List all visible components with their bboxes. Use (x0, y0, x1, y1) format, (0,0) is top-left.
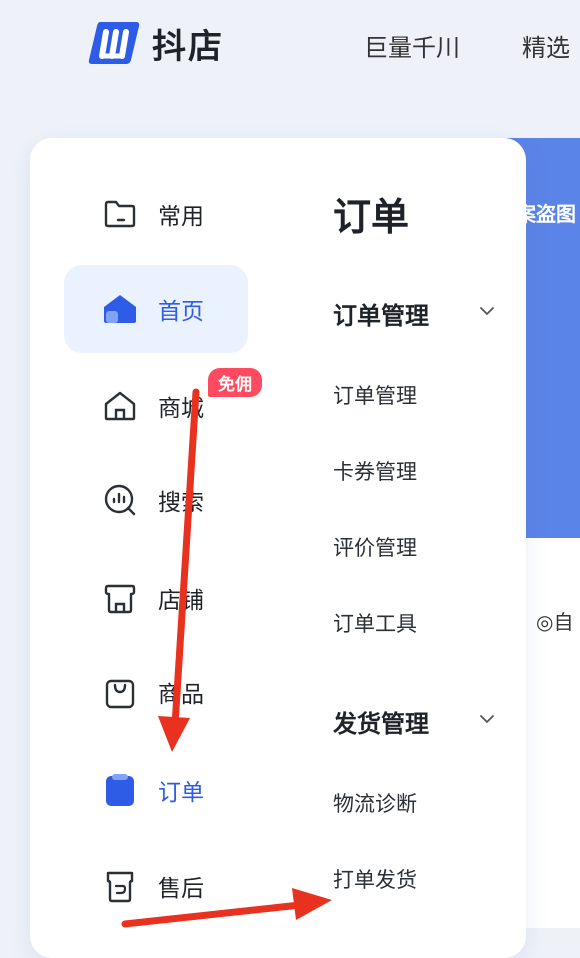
sidebar-item-label: 常用 (158, 204, 204, 230)
menu-title: 订单 (333, 195, 410, 239)
brand-name: 抖店 (152, 26, 224, 67)
chevron-down-icon[interactable] (478, 302, 496, 320)
sidebar-item-label: 搜索 (158, 490, 204, 516)
menu-item-review-management[interactable]: 评价管理 (333, 532, 417, 562)
sidebar-item-label: 售后 (158, 876, 204, 902)
menu-group-order-management[interactable]: 订单管理 (333, 296, 429, 331)
chevron-down-icon[interactable] (478, 710, 496, 728)
menu-item-order-management[interactable]: 订单管理 (333, 380, 417, 410)
bag-icon (102, 674, 138, 710)
sidebar-item-store[interactable]: 店铺 (64, 554, 248, 642)
order-icon (102, 772, 138, 808)
brand-logo[interactable]: 抖店 (86, 18, 224, 68)
sidebar-item-home[interactable]: 首页 (64, 265, 248, 353)
sidebar-item-search[interactable]: 搜索 (64, 456, 248, 544)
sidebar-item-label: 商品 (158, 682, 204, 708)
search-icon (102, 482, 138, 518)
aftersale-icon (102, 868, 138, 904)
sidebar-item-label: 店铺 (158, 588, 204, 614)
sidebar-item-aftersale[interactable]: 售后 (64, 842, 248, 930)
menu-item-order-tools[interactable]: 订单工具 (333, 608, 417, 638)
topnav-item-qianchuan[interactable]: 巨量千川 (364, 28, 460, 63)
commission-free-badge: 免佣 (206, 366, 264, 399)
mall-icon (102, 388, 138, 424)
sidebar-item-product[interactable]: 商品 (64, 648, 248, 736)
home-icon (102, 291, 138, 327)
sidebar-item-order[interactable]: 订单 (64, 746, 248, 834)
topnav-item-jingxuan[interactable]: 精选 (522, 28, 570, 63)
menu-group-shipping-management[interactable]: 发货管理 (333, 704, 429, 739)
content-fragment: ◎自 (536, 610, 574, 634)
sidebar-item-label: 商城 (158, 396, 204, 422)
folder-icon (102, 196, 138, 232)
doudian-logo-icon (88, 22, 140, 64)
store-icon (102, 580, 138, 616)
sidebar-item-label: 订单 (158, 780, 204, 806)
top-bar: 抖店 巨量千川 精选 (0, 0, 580, 100)
content-area (520, 538, 580, 928)
menu-item-print-and-ship[interactable]: 打单发货 (333, 864, 417, 894)
menu-item-voucher-management[interactable]: 卡券管理 (333, 456, 417, 486)
sidebar-item-common[interactable]: 常用 (64, 170, 248, 258)
sidebar-item-label: 首页 (158, 299, 204, 325)
navigation-panel (30, 138, 526, 958)
menu-item-logistics-diagnosis[interactable]: 物流诊断 (333, 788, 417, 818)
